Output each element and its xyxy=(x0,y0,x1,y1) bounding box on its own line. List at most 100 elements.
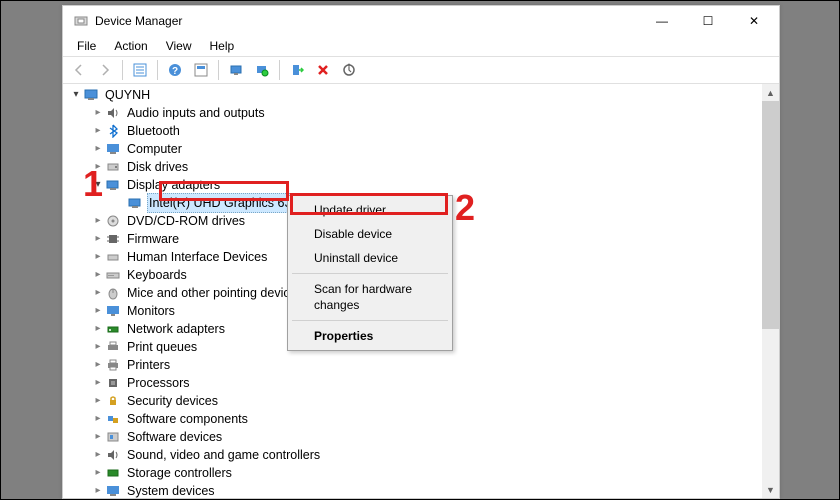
category-software-components[interactable]: ▸Software components xyxy=(91,410,762,428)
expand-arrow-icon[interactable]: ▸ xyxy=(91,394,105,408)
category-software-devices[interactable]: ▸Software devices xyxy=(91,428,762,446)
computer-icon xyxy=(83,87,99,103)
menu-file[interactable]: File xyxy=(69,37,104,55)
tree-root[interactable]: ▾ QUYNH xyxy=(69,86,762,104)
category-security[interactable]: ▸Security devices xyxy=(91,392,762,410)
monitor-icon xyxy=(105,303,121,319)
expand-arrow-icon[interactable]: ▸ xyxy=(91,304,105,318)
software-component-icon xyxy=(105,411,121,427)
display-adapter-icon xyxy=(105,177,121,193)
toolbar: ? xyxy=(63,56,779,84)
category-processors[interactable]: ▸Processors xyxy=(91,374,762,392)
content-area: ▾ QUYNH ▸Audio inputs and outputs ▸Bluet… xyxy=(63,84,779,498)
selected-device-label: Intel(R) UHD Graphics 630 xyxy=(147,193,300,213)
scroll-thumb[interactable] xyxy=(762,101,779,329)
expand-arrow-icon[interactable]: ▸ xyxy=(91,106,105,120)
keyboard-icon xyxy=(105,267,121,283)
expand-arrow-icon[interactable]: ▸ xyxy=(91,358,105,372)
remove-device-button[interactable] xyxy=(311,58,335,82)
mouse-icon xyxy=(105,285,121,301)
category-computer[interactable]: ▸Computer xyxy=(91,140,762,158)
context-disable-device[interactable]: Disable device xyxy=(290,222,450,246)
maximize-button[interactable]: ☐ xyxy=(685,6,731,36)
back-button[interactable] xyxy=(67,58,91,82)
bluetooth-icon xyxy=(105,123,121,139)
printer-icon xyxy=(105,357,121,373)
security-icon xyxy=(105,393,121,409)
forward-button[interactable] xyxy=(93,58,117,82)
sound-icon xyxy=(105,447,121,463)
enable-device-button[interactable] xyxy=(285,58,309,82)
expand-arrow-icon[interactable]: ▸ xyxy=(91,142,105,156)
minimize-button[interactable]: — xyxy=(639,6,685,36)
expand-arrow-icon[interactable]: ▸ xyxy=(91,484,105,498)
expand-arrow-icon[interactable]: ▸ xyxy=(91,160,105,174)
category-audio[interactable]: ▸Audio inputs and outputs xyxy=(91,104,762,122)
close-button[interactable]: ✕ xyxy=(731,6,777,36)
firmware-icon xyxy=(105,231,121,247)
expand-arrow-icon[interactable]: ▸ xyxy=(91,448,105,462)
category-system-devices[interactable]: ▸System devices xyxy=(91,482,762,498)
show-hidden-button[interactable] xyxy=(189,58,213,82)
context-uninstall-device[interactable]: Uninstall device xyxy=(290,246,450,270)
display-adapter-icon xyxy=(127,195,143,211)
titlebar[interactable]: Device Manager — ☐ ✕ xyxy=(63,6,779,36)
category-sound[interactable]: ▸Sound, video and game controllers xyxy=(91,446,762,464)
expand-arrow-icon[interactable]: ▾ xyxy=(91,178,105,192)
toolbar-separator xyxy=(279,60,280,80)
context-separator xyxy=(292,273,448,274)
category-bluetooth[interactable]: ▸Bluetooth xyxy=(91,122,762,140)
category-disk-drives[interactable]: ▸Disk drives xyxy=(91,158,762,176)
optical-drive-icon xyxy=(105,213,121,229)
context-update-driver[interactable]: Update driver xyxy=(290,198,450,222)
context-scan-hardware[interactable]: Scan for hardware changes xyxy=(290,277,450,317)
network-icon xyxy=(105,321,121,337)
expand-arrow-icon[interactable]: ▸ xyxy=(91,124,105,138)
properties-list-button[interactable] xyxy=(128,58,152,82)
toolbar-separator xyxy=(122,60,123,80)
computer-properties-button[interactable] xyxy=(224,58,248,82)
help-button[interactable]: ? xyxy=(163,58,187,82)
hid-icon xyxy=(105,249,121,265)
device-manager-window: Device Manager — ☐ ✕ File Action View He… xyxy=(62,5,780,499)
menu-help[interactable]: Help xyxy=(202,37,243,55)
expand-arrow-icon[interactable]: ▸ xyxy=(91,430,105,444)
menu-view[interactable]: View xyxy=(158,37,200,55)
expand-arrow-icon[interactable]: ▸ xyxy=(91,340,105,354)
expand-arrow-icon[interactable]: ▸ xyxy=(91,376,105,390)
expand-arrow-icon[interactable]: ▸ xyxy=(91,214,105,228)
menubar: File Action View Help xyxy=(63,36,779,56)
category-display-adapters[interactable]: ▾Display adapters xyxy=(91,176,762,194)
expand-arrow-icon[interactable]: ▸ xyxy=(91,412,105,426)
audio-icon xyxy=(105,105,121,121)
update-driver-button[interactable] xyxy=(337,58,361,82)
expand-arrow-icon[interactable]: ▾ xyxy=(69,88,83,102)
category-storage-controllers[interactable]: ▸Storage controllers xyxy=(91,464,762,482)
scroll-down-button[interactable]: ▼ xyxy=(762,481,779,498)
root-label: QUYNH xyxy=(103,86,152,104)
expand-arrow-icon[interactable]: ▸ xyxy=(91,250,105,264)
computer-icon xyxy=(105,141,121,157)
expand-arrow-icon[interactable]: ▸ xyxy=(91,466,105,480)
toolbar-separator xyxy=(157,60,158,80)
menu-action[interactable]: Action xyxy=(106,37,155,55)
scan-hardware-button[interactable] xyxy=(250,58,274,82)
app-icon xyxy=(73,13,89,29)
vertical-scrollbar[interactable]: ▲ ▼ xyxy=(762,84,779,498)
system-device-icon xyxy=(105,483,121,498)
scroll-track[interactable] xyxy=(762,101,779,481)
storage-controller-icon xyxy=(105,465,121,481)
expand-arrow-icon[interactable]: ▸ xyxy=(91,268,105,282)
expand-arrow-icon[interactable]: ▸ xyxy=(91,286,105,300)
expand-arrow-icon[interactable]: ▸ xyxy=(91,322,105,336)
context-menu: Update driver Disable device Uninstall d… xyxy=(287,195,453,351)
expand-arrow-icon[interactable]: ▸ xyxy=(91,232,105,246)
scroll-up-button[interactable]: ▲ xyxy=(762,84,779,101)
print-queue-icon xyxy=(105,339,121,355)
toolbar-separator xyxy=(218,60,219,80)
disk-icon xyxy=(105,159,121,175)
context-properties[interactable]: Properties xyxy=(290,324,450,348)
processor-icon xyxy=(105,375,121,391)
category-printers[interactable]: ▸Printers xyxy=(91,356,762,374)
spacer xyxy=(113,196,127,210)
